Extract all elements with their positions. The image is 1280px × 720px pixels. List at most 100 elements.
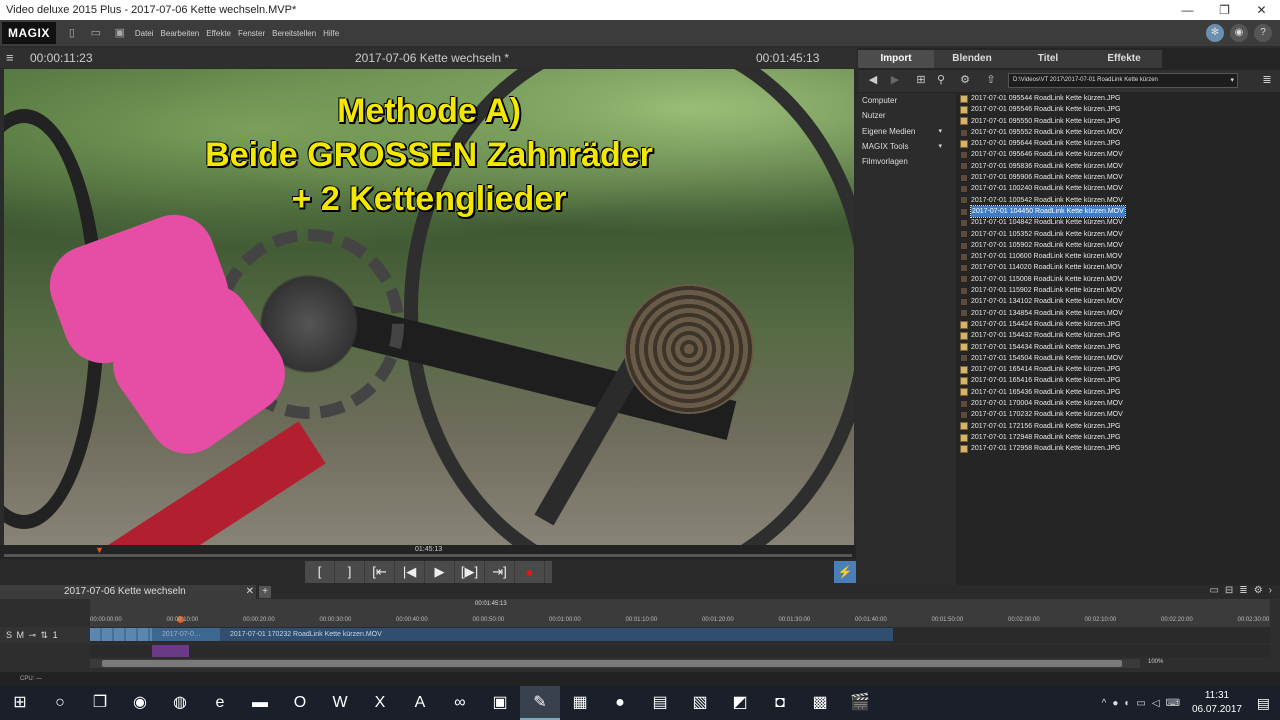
video-track-1[interactable]: 2017-07-0… 2017-07-01 170232 RoadLink Ke… xyxy=(90,627,1270,643)
go-to-out-button[interactable]: ⇥] xyxy=(485,561,515,583)
folder-tree-icon[interactable]: ⊞ xyxy=(914,73,928,87)
timeline-scrollbar[interactable] xyxy=(90,659,1140,668)
lightning-icon[interactable]: ⚡ xyxy=(834,561,856,583)
list-view-icon[interactable]: ≣ xyxy=(1260,73,1274,87)
chevron-down-icon[interactable]: ▾ xyxy=(1230,74,1234,87)
taskbar-clock[interactable]: 11:31 06.07.2017 xyxy=(1192,689,1242,717)
outlook-icon[interactable]: O xyxy=(280,686,320,720)
menu-datei[interactable]: Datei xyxy=(135,29,154,38)
disc-icon[interactable]: ◉ xyxy=(1230,24,1248,42)
play-range-button[interactable]: [▶] xyxy=(455,561,485,583)
remote-desktop-icon[interactable]: ▣ xyxy=(480,686,520,720)
task-view-icon[interactable]: ❐ xyxy=(80,686,120,720)
file-item[interactable]: 2017-07-01 154424 RoadLink Kette kürzen.… xyxy=(960,319,1280,330)
record-app-icon[interactable]: ● xyxy=(600,686,640,720)
maps-app-icon[interactable]: ◩ xyxy=(720,686,760,720)
nav-item[interactable]: Computer xyxy=(858,93,956,108)
clip-main[interactable]: 2017-07-01 170232 RoadLink Kette kürzen.… xyxy=(220,628,893,641)
file-item[interactable]: 2017-07-01 100542 RoadLink Kette kürzen.… xyxy=(960,195,1280,206)
menu-bearbeiten[interactable]: Bearbeiten xyxy=(161,29,200,38)
view-mode-3-icon[interactable]: ≣ xyxy=(1239,585,1247,596)
file-item[interactable]: 2017-07-01 165414 RoadLink Kette kürzen.… xyxy=(960,364,1280,375)
path-dropdown[interactable]: D:\Videos\VT 2017\2017-07-01 RoadLink Ke… xyxy=(1008,73,1238,88)
access-icon[interactable]: A xyxy=(400,686,440,720)
movie-app-icon[interactable]: ▤ xyxy=(640,686,680,720)
help-icon[interactable]: ? xyxy=(1254,24,1272,42)
file-item[interactable]: 2017-07-01 095550 RoadLink Kette kürzen.… xyxy=(960,116,1280,127)
visual-studio-icon[interactable]: ∞ xyxy=(440,686,480,720)
file-item[interactable]: 2017-07-01 105352 RoadLink Kette kürzen.… xyxy=(960,229,1280,240)
tab-effekte[interactable]: Effekte xyxy=(1086,50,1162,68)
file-item[interactable]: 2017-07-01 095546 RoadLink Kette kürzen.… xyxy=(960,104,1280,115)
windows-start-icon[interactable]: ⊞ xyxy=(0,686,40,720)
camera-app-icon[interactable]: ◘ xyxy=(760,686,800,720)
set-in-point-button[interactable]: [ xyxy=(305,561,335,583)
file-item[interactable]: 2017-07-01 095644 RoadLink Kette kürzen.… xyxy=(960,138,1280,149)
play-button[interactable]: ▶ xyxy=(425,561,455,583)
track-header-1[interactable]: S M ⊸ ⇅ 1 xyxy=(0,627,90,643)
panel-menu-icon[interactable]: › xyxy=(1269,585,1272,596)
video-editor-icon[interactable]: ▦ xyxy=(560,686,600,720)
keyboard-icon[interactable]: ⌨ xyxy=(1166,698,1180,709)
close-tab-icon[interactable]: ✕ xyxy=(246,585,254,599)
video-preview[interactable]: Methode A) Beide GROSSEN Zahnräder + 2 K… xyxy=(4,69,854,545)
expand-arrow-icon[interactable]: ▾ xyxy=(938,124,942,139)
playhead-marker-icon[interactable]: ▼ xyxy=(95,545,104,555)
file-item[interactable]: 2017-07-01 115008 RoadLink Kette kürzen.… xyxy=(960,274,1280,285)
notification-icon[interactable]: ▤ xyxy=(1257,695,1270,712)
new-file-icon[interactable]: ▯ xyxy=(64,25,80,41)
clip-short[interactable]: 2017-07-0… xyxy=(152,628,220,641)
edge-icon[interactable]: e xyxy=(200,686,240,720)
word-icon[interactable]: W xyxy=(320,686,360,720)
mixer-icon[interactable]: ⚙ xyxy=(1254,585,1263,596)
cortana-icon[interactable]: ○ xyxy=(40,686,80,720)
tab-import[interactable]: Import xyxy=(858,50,934,68)
scrub-track[interactable] xyxy=(4,554,852,557)
menu-hilfe[interactable]: Hilfe xyxy=(323,29,339,38)
open-folder-icon[interactable]: ▭ xyxy=(88,25,104,41)
hamburger-menu-icon[interactable]: ≡ xyxy=(6,50,14,65)
menu-fenster[interactable]: Fenster xyxy=(238,29,265,38)
file-item[interactable]: 2017-07-01 154434 RoadLink Kette kürzen.… xyxy=(960,342,1280,353)
file-item[interactable]: 2017-07-01 115902 RoadLink Kette kürzen.… xyxy=(960,285,1280,296)
go-to-in-button[interactable]: [⇤ xyxy=(365,561,395,583)
menu-effekte[interactable]: Effekte xyxy=(206,29,231,38)
nav-item[interactable]: Nutzer xyxy=(858,108,956,123)
set-out-point-button[interactable]: ] xyxy=(335,561,365,583)
back-arrow-icon[interactable]: ◀ xyxy=(866,73,880,87)
folder-up-icon[interactable]: ⇧ xyxy=(984,73,998,87)
explorer-icon[interactable]: ▬ xyxy=(240,686,280,720)
file-item[interactable]: 2017-07-01 105902 RoadLink Kette kürzen.… xyxy=(960,240,1280,251)
firefox-icon[interactable]: ◍ xyxy=(160,686,200,720)
file-item[interactable]: 2017-07-01 170232 RoadLink Kette kürzen.… xyxy=(960,409,1280,420)
tab-titel[interactable]: Titel xyxy=(1010,50,1086,68)
audio-clip[interactable] xyxy=(152,645,189,657)
file-item[interactable]: 2017-07-01 172156 RoadLink Kette kürzen.… xyxy=(960,421,1280,432)
file-item[interactable]: 2017-07-01 134102 RoadLink Kette kürzen.… xyxy=(960,296,1280,307)
view-mode-2-icon[interactable]: ⊟ xyxy=(1225,585,1233,596)
file-item[interactable]: 2017-07-01 100240 RoadLink Kette kürzen.… xyxy=(960,183,1280,194)
tray-record-icon[interactable]: ● xyxy=(1112,698,1118,709)
add-tab-button[interactable]: + xyxy=(259,586,271,598)
preview-scrubber[interactable]: ▼ 01:45:13 xyxy=(0,545,856,559)
network-icon[interactable]: ▭ xyxy=(1136,698,1145,709)
file-item[interactable]: 2017-07-01 095836 RoadLink Kette kürzen.… xyxy=(960,161,1280,172)
timeline-ruler[interactable]: 00:01:45:13 00:00:00:00 00:00:10:00 00:00:… xyxy=(90,599,1270,627)
clip-filmstrip[interactable] xyxy=(90,628,152,641)
maximize-button[interactable]: ❐ xyxy=(1206,0,1243,20)
expand-arrow-icon[interactable]: ▾ xyxy=(938,139,942,154)
binoculars-icon[interactable]: ⚲ xyxy=(934,73,948,87)
file-item[interactable]: 2017-07-01 110600 RoadLink Kette kürzen.… xyxy=(960,251,1280,262)
minimize-button[interactable]: — xyxy=(1169,0,1206,20)
previous-frame-button[interactable]: |◀ xyxy=(395,561,425,583)
volume-icon[interactable]: ◁ xyxy=(1152,698,1160,709)
view-mode-1-icon[interactable]: ▭ xyxy=(1209,585,1218,596)
file-item[interactable]: 2017-07-01 104842 RoadLink Kette kürzen.… xyxy=(960,217,1280,228)
file-item[interactable]: 2017-07-01 165436 RoadLink Kette kürzen.… xyxy=(960,387,1280,398)
excel-icon[interactable]: X xyxy=(360,686,400,720)
close-window-button[interactable]: ✕ xyxy=(1243,0,1280,20)
file-item[interactable]: 2017-07-01 154432 RoadLink Kette kürzen.… xyxy=(960,330,1280,341)
file-item[interactable]: 2017-07-01 154504 RoadLink Kette kürzen.… xyxy=(960,353,1280,364)
tab-blenden[interactable]: Blenden xyxy=(934,50,1010,68)
audio-track[interactable] xyxy=(90,645,1270,657)
